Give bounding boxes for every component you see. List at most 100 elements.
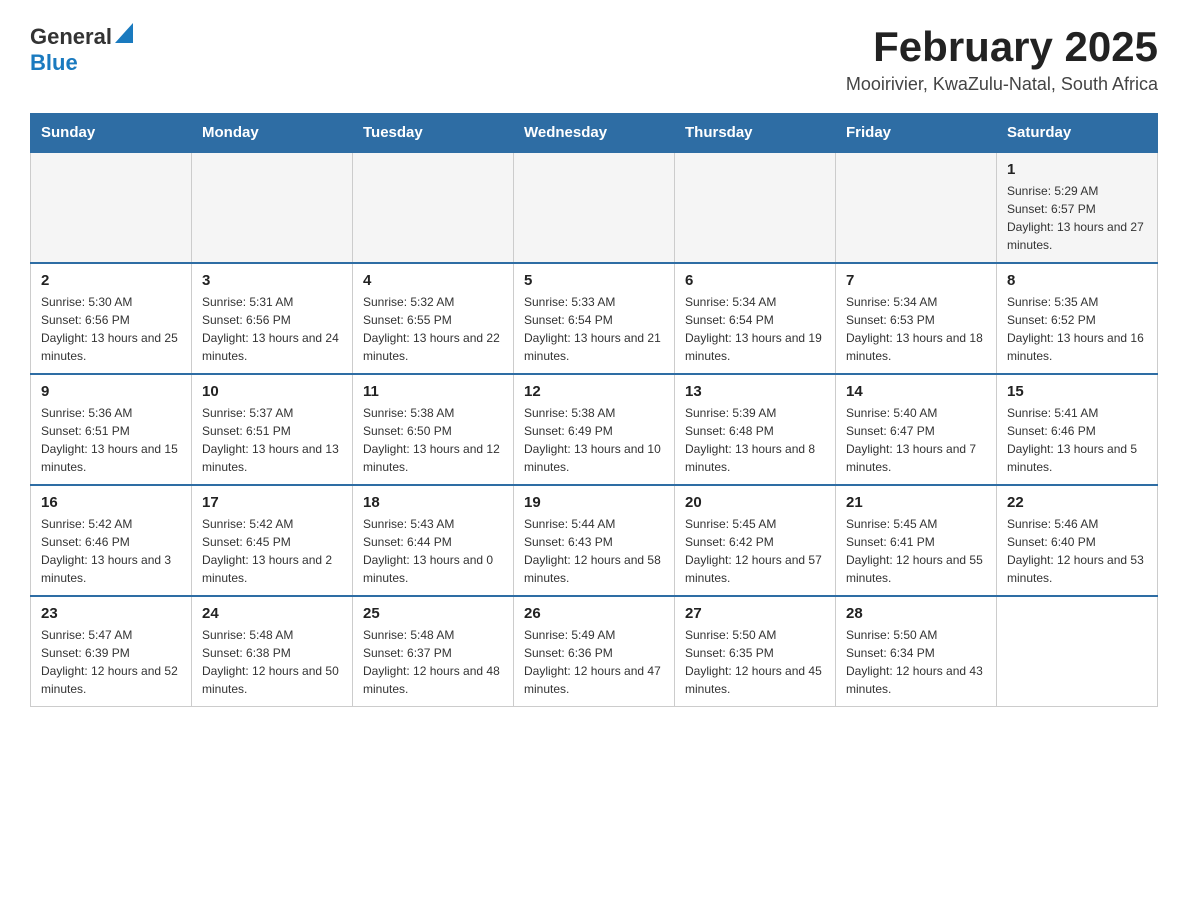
calendar-cell xyxy=(31,152,192,263)
day-info: Sunrise: 5:33 AMSunset: 6:54 PMDaylight:… xyxy=(524,293,664,365)
day-number: 22 xyxy=(1007,494,1147,511)
day-info: Sunrise: 5:42 AMSunset: 6:46 PMDaylight:… xyxy=(41,515,181,587)
day-number: 23 xyxy=(41,605,181,622)
day-number: 7 xyxy=(846,272,986,289)
day-number: 27 xyxy=(685,605,825,622)
day-info: Sunrise: 5:34 AMSunset: 6:54 PMDaylight:… xyxy=(685,293,825,365)
day-info: Sunrise: 5:40 AMSunset: 6:47 PMDaylight:… xyxy=(846,404,986,476)
day-number: 19 xyxy=(524,494,664,511)
logo-triangle-icon xyxy=(115,23,133,43)
calendar-cell xyxy=(514,152,675,263)
calendar-cell: 24 Sunrise: 5:48 AMSunset: 6:38 PMDayligh… xyxy=(192,596,353,707)
calendar-cell: 10 Sunrise: 5:37 AMSunset: 6:51 PMDayligh… xyxy=(192,374,353,485)
calendar-cell xyxy=(192,152,353,263)
calendar-cell xyxy=(353,152,514,263)
calendar-cell xyxy=(675,152,836,263)
day-info: Sunrise: 5:45 AMSunset: 6:41 PMDaylight:… xyxy=(846,515,986,587)
calendar-cell: 25 Sunrise: 5:48 AMSunset: 6:37 PMDayligh… xyxy=(353,596,514,707)
calendar-title: February 2025 xyxy=(846,24,1158,70)
week-row-1: 1 Sunrise: 5:29 AMSunset: 6:57 PMDaylight… xyxy=(31,152,1158,263)
day-info: Sunrise: 5:31 AMSunset: 6:56 PMDaylight:… xyxy=(202,293,342,365)
week-row-2: 2 Sunrise: 5:30 AMSunset: 6:56 PMDaylight… xyxy=(31,263,1158,374)
day-number: 18 xyxy=(363,494,503,511)
day-number: 11 xyxy=(363,383,503,400)
day-number: 20 xyxy=(685,494,825,511)
day-number: 2 xyxy=(41,272,181,289)
week-row-3: 9 Sunrise: 5:36 AMSunset: 6:51 PMDaylight… xyxy=(31,374,1158,485)
title-section: February 2025 Mooirivier, KwaZulu-Natal,… xyxy=(846,24,1158,95)
calendar-cell: 2 Sunrise: 5:30 AMSunset: 6:56 PMDaylight… xyxy=(31,263,192,374)
day-number: 28 xyxy=(846,605,986,622)
day-number: 21 xyxy=(846,494,986,511)
day-number: 25 xyxy=(363,605,503,622)
day-info: Sunrise: 5:50 AMSunset: 6:34 PMDaylight:… xyxy=(846,626,986,698)
day-info: Sunrise: 5:38 AMSunset: 6:50 PMDaylight:… xyxy=(363,404,503,476)
day-info: Sunrise: 5:49 AMSunset: 6:36 PMDaylight:… xyxy=(524,626,664,698)
day-number: 24 xyxy=(202,605,342,622)
day-info: Sunrise: 5:36 AMSunset: 6:51 PMDaylight:… xyxy=(41,404,181,476)
calendar-cell: 16 Sunrise: 5:42 AMSunset: 6:46 PMDayligh… xyxy=(31,485,192,596)
day-info: Sunrise: 5:41 AMSunset: 6:46 PMDaylight:… xyxy=(1007,404,1147,476)
weekday-header-monday: Monday xyxy=(192,114,353,153)
day-info: Sunrise: 5:30 AMSunset: 6:56 PMDaylight:… xyxy=(41,293,181,365)
day-number: 13 xyxy=(685,383,825,400)
calendar-cell: 11 Sunrise: 5:38 AMSunset: 6:50 PMDayligh… xyxy=(353,374,514,485)
weekday-header-row: SundayMondayTuesdayWednesdayThursdayFrid… xyxy=(31,114,1158,153)
day-number: 15 xyxy=(1007,383,1147,400)
day-number: 6 xyxy=(685,272,825,289)
calendar-cell: 4Sunrise: 5:32 AMSunset: 6:55 PMDaylight… xyxy=(353,263,514,374)
calendar-cell: 3 Sunrise: 5:31 AMSunset: 6:56 PMDaylight… xyxy=(192,263,353,374)
day-info: Sunrise: 5:39 AMSunset: 6:48 PMDaylight:… xyxy=(685,404,825,476)
calendar-table: SundayMondayTuesdayWednesdayThursdayFrid… xyxy=(30,113,1158,707)
calendar-cell: 13 Sunrise: 5:39 AMSunset: 6:48 PMDayligh… xyxy=(675,374,836,485)
logo-blue-text: Blue xyxy=(30,50,78,75)
calendar-cell: 14 Sunrise: 5:40 AMSunset: 6:47 PMDayligh… xyxy=(836,374,997,485)
day-info: Sunrise: 5:50 AMSunset: 6:35 PMDaylight:… xyxy=(685,626,825,698)
day-info: Sunrise: 5:48 AMSunset: 6:38 PMDaylight:… xyxy=(202,626,342,698)
weekday-header-saturday: Saturday xyxy=(997,114,1158,153)
day-info: Sunrise: 5:29 AMSunset: 6:57 PMDaylight:… xyxy=(1007,182,1147,254)
day-info: Sunrise: 5:34 AMSunset: 6:53 PMDaylight:… xyxy=(846,293,986,365)
day-info: Sunrise: 5:37 AMSunset: 6:51 PMDaylight:… xyxy=(202,404,342,476)
day-number: 12 xyxy=(524,383,664,400)
day-info: Sunrise: 5:46 AMSunset: 6:40 PMDaylight:… xyxy=(1007,515,1147,587)
day-number: 8 xyxy=(1007,272,1147,289)
calendar-cell: 19Sunrise: 5:44 AMSunset: 6:43 PMDayligh… xyxy=(514,485,675,596)
calendar-cell: 8 Sunrise: 5:35 AMSunset: 6:52 PMDaylight… xyxy=(997,263,1158,374)
calendar-cell: 17 Sunrise: 5:42 AMSunset: 6:45 PMDayligh… xyxy=(192,485,353,596)
day-number: 3 xyxy=(202,272,342,289)
calendar-subtitle: Mooirivier, KwaZulu-Natal, South Africa xyxy=(846,74,1158,95)
calendar-cell: 15 Sunrise: 5:41 AMSunset: 6:46 PMDayligh… xyxy=(997,374,1158,485)
calendar-cell: 28 Sunrise: 5:50 AMSunset: 6:34 PMDayligh… xyxy=(836,596,997,707)
calendar-cell: 9 Sunrise: 5:36 AMSunset: 6:51 PMDaylight… xyxy=(31,374,192,485)
calendar-cell: 18 Sunrise: 5:43 AMSunset: 6:44 PMDayligh… xyxy=(353,485,514,596)
calendar-cell: 1 Sunrise: 5:29 AMSunset: 6:57 PMDaylight… xyxy=(997,152,1158,263)
week-row-5: 23 Sunrise: 5:47 AMSunset: 6:39 PMDayligh… xyxy=(31,596,1158,707)
day-number: 9 xyxy=(41,383,181,400)
day-info: Sunrise: 5:45 AMSunset: 6:42 PMDaylight:… xyxy=(685,515,825,587)
weekday-header-tuesday: Tuesday xyxy=(353,114,514,153)
day-number: 5 xyxy=(524,272,664,289)
day-info: Sunrise: 5:42 AMSunset: 6:45 PMDaylight:… xyxy=(202,515,342,587)
calendar-cell: 27 Sunrise: 5:50 AMSunset: 6:35 PMDayligh… xyxy=(675,596,836,707)
day-info: Sunrise: 5:35 AMSunset: 6:52 PMDaylight:… xyxy=(1007,293,1147,365)
day-info: Sunrise: 5:48 AMSunset: 6:37 PMDaylight:… xyxy=(363,626,503,698)
calendar-cell: 12Sunrise: 5:38 AMSunset: 6:49 PMDayligh… xyxy=(514,374,675,485)
calendar-cell: 6 Sunrise: 5:34 AMSunset: 6:54 PMDaylight… xyxy=(675,263,836,374)
day-info: Sunrise: 5:43 AMSunset: 6:44 PMDaylight:… xyxy=(363,515,503,587)
calendar-cell: 22 Sunrise: 5:46 AMSunset: 6:40 PMDayligh… xyxy=(997,485,1158,596)
logo-general-text: General xyxy=(30,24,112,50)
logo: General Blue xyxy=(30,24,133,76)
weekday-header-sunday: Sunday xyxy=(31,114,192,153)
weekday-header-thursday: Thursday xyxy=(675,114,836,153)
calendar-cell: 26 Sunrise: 5:49 AMSunset: 6:36 PMDayligh… xyxy=(514,596,675,707)
day-info: Sunrise: 5:47 AMSunset: 6:39 PMDaylight:… xyxy=(41,626,181,698)
day-info: Sunrise: 5:32 AMSunset: 6:55 PMDaylight:… xyxy=(363,293,503,365)
day-number: 17 xyxy=(202,494,342,511)
day-number: 16 xyxy=(41,494,181,511)
day-number: 14 xyxy=(846,383,986,400)
week-row-4: 16 Sunrise: 5:42 AMSunset: 6:46 PMDayligh… xyxy=(31,485,1158,596)
day-number: 10 xyxy=(202,383,342,400)
day-number: 1 xyxy=(1007,161,1147,178)
day-number: 26 xyxy=(524,605,664,622)
